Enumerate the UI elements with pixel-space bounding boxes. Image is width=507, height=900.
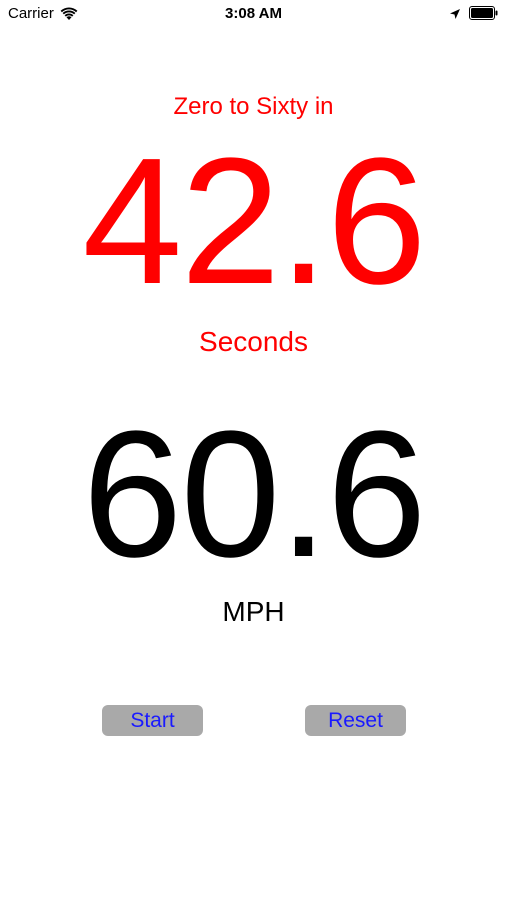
- elapsed-time-display: 42.6: [82, 121, 426, 322]
- location-icon: [449, 7, 461, 19]
- reset-button[interactable]: Reset: [305, 705, 406, 736]
- zero-to-sixty-heading: Zero to Sixty in: [173, 93, 334, 120]
- speed-display: 60.6: [82, 394, 426, 595]
- app-screen: Carrier 3:08 AM Zero to Sixty in 42.6 Se…: [0, 0, 507, 900]
- status-bar: Carrier 3:08 AM: [0, 0, 507, 28]
- battery-icon: [469, 6, 499, 20]
- elapsed-unit-label: Seconds: [199, 326, 308, 357]
- speed-unit-label: MPH: [222, 596, 285, 627]
- status-time: 3:08 AM: [225, 5, 282, 22]
- start-button[interactable]: Start: [102, 705, 203, 736]
- status-right-group: [449, 6, 499, 20]
